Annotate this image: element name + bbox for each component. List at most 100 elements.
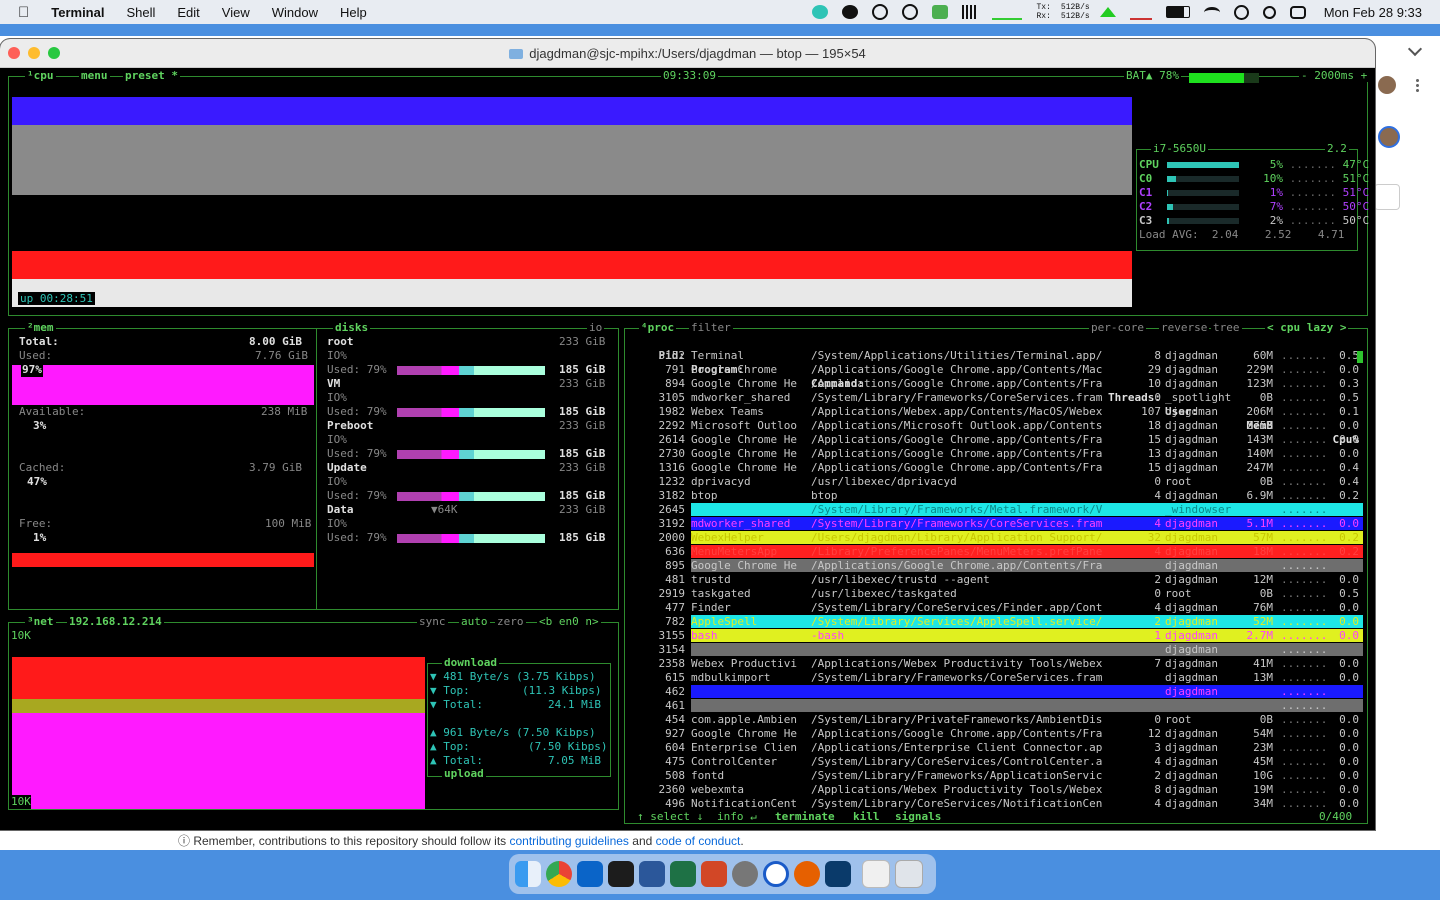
proc-row[interactable]: 791 Google Chrome/Applications/Google Chr… [629,363,1363,377]
system-preferences-icon[interactable] [732,861,758,887]
btop-screen[interactable]: ¹cpu menu preset * 09:33:09 BAT▲ 78% - 2… [0,68,1375,830]
menu-tab[interactable]: menu [79,70,110,82]
proc-select-hint[interactable]: ↑ select ↓ [635,811,706,823]
status-app-icon[interactable] [932,5,949,19]
finder-icon[interactable] [515,861,541,887]
cpu-meter-icon[interactable] [962,5,979,19]
mem-title[interactable]: ²mem [25,322,56,334]
proc-row[interactable]: 1982 Webex Teams/Applications/Webex.app/C… [629,405,1363,419]
code-of-conduct-link[interactable]: code of conduct [656,834,741,848]
proc-row[interactable]: 2730 Google Chrome He/Applications/Google… [629,447,1363,461]
memory-graph-icon[interactable] [992,4,1023,20]
proc-row[interactable]: 2614 Google Chrome He/Applications/Google… [629,433,1363,447]
settings-gear-icon[interactable] [872,4,889,20]
proc-row[interactable]: 927 Google Chrome He/Applications/Google … [629,727,1363,741]
menubar-clock[interactable]: Mon Feb 28 9:33 [1324,5,1422,20]
wifi-icon[interactable] [1203,6,1220,18]
apple-menu-icon[interactable]:  [18,4,29,21]
proc-row[interactable]: 895 Google Chrome He/Applications/Google … [629,559,1363,573]
proc-row[interactable]: 1316 Google Chrome He/Applications/Google… [629,461,1363,475]
net-title[interactable]: ³net [25,616,56,628]
proc-sort-selector[interactable]: < cpu lazy > [1265,322,1349,334]
webex-status-icon[interactable] [812,5,829,19]
proc-row[interactable]: 454 com.apple.Ambien/System/Library/Priva… [629,713,1363,727]
menu-window[interactable]: Window [272,5,318,20]
more-options-icon[interactable] [1416,78,1419,92]
proc-row[interactable]: 3192 mdworker_shared/System/Library/Frame… [629,517,1363,531]
proc-per-core-toggle[interactable]: per-core [1089,322,1146,334]
proc-row[interactable]: 3182 btop btop 4 djagdman 6.9M 0.2....... [629,489,1363,503]
proc-row[interactable]: 894 Google Chrome He/Applications/Google … [629,377,1363,391]
sync-icon[interactable] [902,4,919,20]
upload-triangle-icon[interactable] [1099,7,1116,17]
proc-row[interactable]: 615 mdbulkimport/System/Library/Framework… [629,671,1363,685]
proc-row[interactable]: 2645/System/Library/Frameworks/Metal.fra… [629,503,1363,517]
menu-app-name[interactable]: Terminal [51,5,104,20]
webex-icon[interactable] [763,861,789,887]
word-icon[interactable] [639,861,665,887]
proc-row[interactable]: 3155 bash -bash 1 djagdman 2.7M 0.0....... [629,629,1363,643]
proc-row[interactable]: 462 djagdman....... [629,685,1363,699]
menu-view[interactable]: View [222,5,250,20]
proc-row[interactable]: 475 ControlCenter/System/Library/CoreServ… [629,755,1363,769]
cpu-tab[interactable]: ¹cpu [25,70,56,82]
net-interface-selector[interactable]: <b en0 n> [537,616,601,628]
disk-activity-icon[interactable] [1129,4,1152,20]
avatar[interactable] [1378,76,1396,94]
proc-row[interactable]: 2000 WebexHelper/Users/djagdman/Library/A… [629,531,1363,545]
chrome-icon[interactable] [546,861,572,887]
trash-icon[interactable] [895,860,923,888]
proc-info-hint[interactable]: info ↵ [715,811,759,823]
document-stack-icon[interactable] [862,860,890,888]
proc-row[interactable]: 2360 webexmta/Applications/Webex Producti… [629,783,1363,797]
proc-row[interactable]: 3105 mdworker_shared/System/Library/Frame… [629,391,1363,405]
proc-row[interactable]: 496 NotificationCent/System/Library/CoreS… [629,797,1363,811]
proc-row[interactable]: 508 fontd/System/Library/Frameworks/Appli… [629,769,1363,783]
browser-chevron-icon[interactable] [1407,41,1423,57]
menu-shell[interactable]: Shell [126,5,155,20]
user-avatar[interactable] [1378,126,1400,148]
proc-row[interactable]: 481 trustd/usr/libexec/trustd --agent 2 dja… [629,573,1363,587]
powerpoint-icon[interactable] [701,861,727,887]
proc-row[interactable]: 1232 dprivacyd/usr/libexec/dprivacyd 0 root… [629,475,1363,489]
proc-row[interactable]: 2292 Microsoft Outloo/Applications/Micros… [629,419,1363,433]
menu-edit[interactable]: Edit [177,5,199,20]
vpn-icon[interactable] [842,5,859,19]
proc-row[interactable]: 2919 taskgated/usr/libexec/taskgated 0 root… [629,587,1363,601]
net-zero-toggle[interactable]: zero [495,616,526,628]
webex-teams-icon[interactable] [825,861,851,887]
control-center-icon[interactable] [1289,5,1306,19]
proc-title[interactable]: ⁴proc [639,322,677,334]
proc-kill-hint[interactable]: kill [851,811,882,823]
time-machine-icon[interactable] [1233,4,1249,20]
dropdown-button[interactable] [1374,184,1400,210]
contributing-guidelines-link[interactable]: contributing guidelines [510,834,629,848]
excel-icon[interactable] [670,861,696,887]
proc-row[interactable]: 477 Finder/System/Library/CoreServices/Fi… [629,601,1363,615]
proc-filter[interactable]: filter [689,322,733,334]
proc-tree-toggle[interactable]: tree [1211,322,1242,334]
proc-row[interactable]: 636 MenuMetersApp/Library/PreferencePanes… [629,545,1363,559]
proc-terminate-hint[interactable]: terminate [773,811,837,823]
disks-title[interactable]: disks [333,322,371,334]
firefox-icon[interactable] [794,861,820,887]
spotlight-search-icon[interactable] [1262,5,1276,19]
proc-row[interactable]: 3152 Terminal/System/Applications/Utiliti… [629,349,1363,363]
disks-io-toggle[interactable]: io [587,322,605,334]
net-sync-toggle[interactable]: sync [417,616,448,628]
proc-signals-hint[interactable]: signals [893,811,944,823]
proc-row[interactable]: 604 Enterprise Clien/Applications/Enterpr… [629,741,1363,755]
proc-row[interactable]: 461....... [629,699,1363,713]
update-interval[interactable]: - 2000ms + [1299,70,1370,82]
proc-scrollbar[interactable] [1357,351,1363,363]
proc-row[interactable]: 3154 djagdman....... [629,643,1363,657]
proc-reverse-toggle[interactable]: reverse [1159,322,1210,334]
proc-row[interactable]: 2358 Webex Productivi/Applications/Webex … [629,657,1363,671]
outlook-icon[interactable] [577,861,603,887]
battery-icon[interactable] [1165,6,1190,18]
net-auto-toggle[interactable]: auto [459,616,490,628]
terminal-icon[interactable] [608,861,634,887]
preset-tab[interactable]: preset * [123,70,180,82]
menu-help[interactable]: Help [340,5,367,20]
proc-row[interactable]: 782 AppleSpell/System/Library/Services/Ap… [629,615,1363,629]
